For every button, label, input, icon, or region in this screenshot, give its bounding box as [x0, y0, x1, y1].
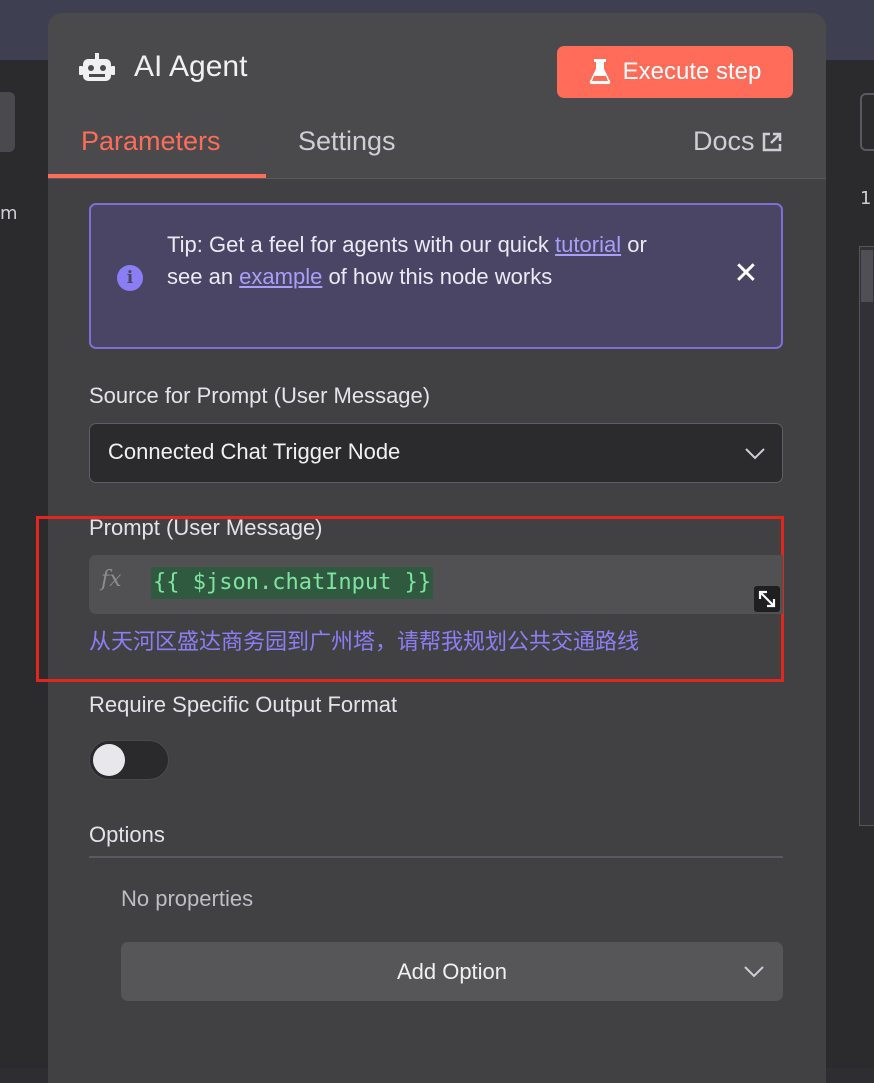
tip-text: Tip: Get a feel for agents with our quic…: [167, 229, 687, 293]
tab-settings[interactable]: Settings: [298, 126, 396, 157]
canvas-left-node[interactable]: [0, 92, 15, 152]
canvas-right-scrollbar-thumb[interactable]: [861, 250, 873, 302]
tutorial-link[interactable]: tutorial: [555, 232, 621, 257]
flask-icon: [589, 59, 610, 84]
execute-step-label: Execute step: [622, 58, 762, 85]
source-for-prompt-label: Source for Prompt (User Message): [89, 383, 431, 408]
options-divider: [89, 856, 783, 858]
output-format-label: Require Specific Output Format: [89, 692, 398, 717]
source-for-prompt-value: Connected Chat Trigger Node: [108, 439, 401, 464]
canvas-left-text: m: [0, 203, 18, 224]
no-properties-text: No properties: [121, 886, 254, 911]
chevron-down-icon: [745, 448, 765, 460]
add-option-label: Add Option: [396, 959, 508, 984]
expand-icon[interactable]: [754, 586, 780, 612]
canvas-right-scrollbar[interactable]: [859, 246, 874, 826]
prompt-label: Prompt (User Message): [89, 515, 323, 540]
prompt-resolved-value: 从天河区盛达商务园到广州塔，请帮我规划公共交通路线: [89, 630, 640, 655]
docs-link[interactable]: Docs: [693, 126, 783, 157]
docs-label: Docs: [693, 126, 755, 156]
prompt-expression: {{ $json.chatInput }}: [151, 567, 434, 599]
prompt-expression-field[interactable]: fx {{ $json.chatInput }}: [89, 555, 783, 614]
robot-icon: [79, 53, 115, 81]
chevron-down-icon: [744, 966, 764, 978]
tip-text-end: of how this node works: [322, 264, 553, 289]
node-settings-panel: AI Agent Execute step Parameters Setting…: [36, 13, 826, 1083]
info-icon: i: [117, 265, 143, 291]
fx-icon: fx: [101, 567, 122, 592]
canvas-right-node[interactable]: [860, 93, 874, 151]
node-title: AI Agent: [134, 50, 248, 83]
close-icon[interactable]: ✕: [731, 259, 761, 289]
tip-text-start: Tip: Get a feel for agents with our quic…: [167, 232, 556, 257]
tip-callout: i Tip: Get a feel for agents with our qu…: [89, 203, 783, 349]
example-link[interactable]: example: [239, 264, 322, 289]
external-link-icon: [762, 132, 781, 151]
tab-parameters[interactable]: Parameters: [81, 126, 221, 157]
canvas-right-text: 1: [860, 188, 872, 209]
execute-step-button[interactable]: Execute step: [557, 46, 793, 98]
active-tab-indicator: [48, 174, 266, 178]
panel-header: AI Agent Execute step Parameters Setting…: [48, 13, 826, 179]
add-option-button[interactable]: Add Option: [121, 942, 783, 1001]
source-for-prompt-select[interactable]: Connected Chat Trigger Node: [89, 423, 783, 483]
output-format-toggle[interactable]: [89, 740, 169, 780]
toggle-knob: [93, 744, 125, 776]
options-label: Options: [89, 822, 165, 847]
